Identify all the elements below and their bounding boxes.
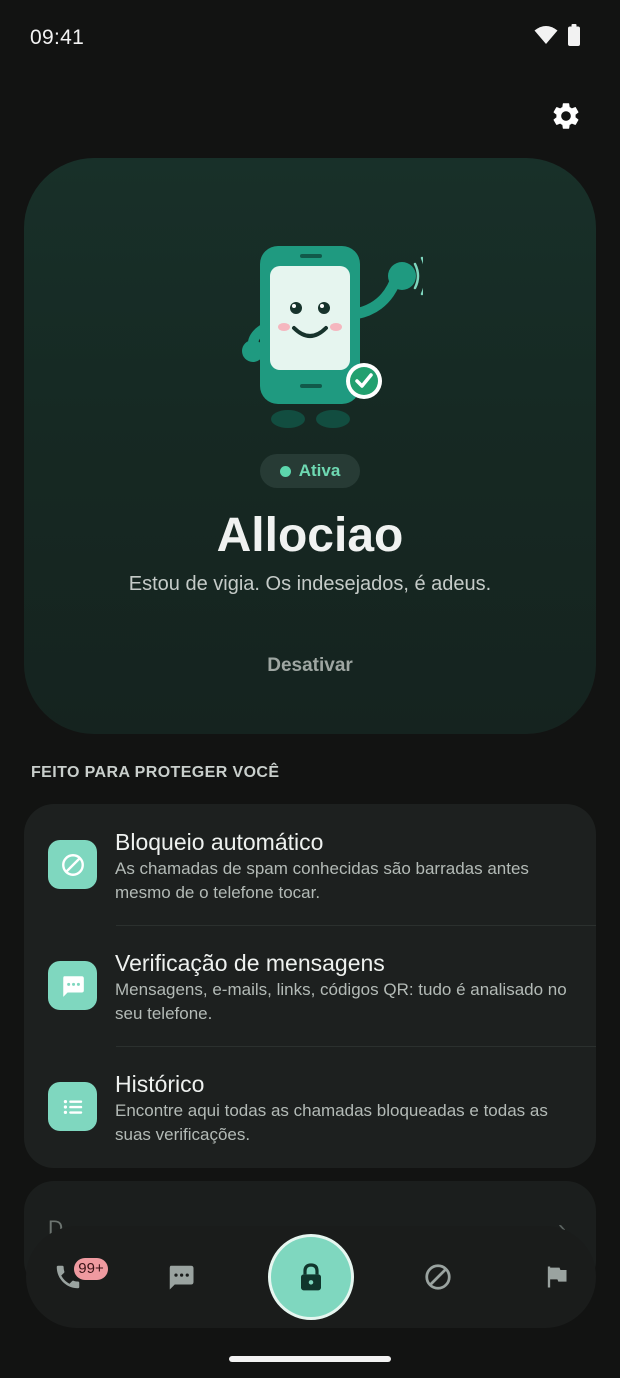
app-title: Allociao xyxy=(216,509,404,562)
message-icon xyxy=(62,975,84,997)
nav-messages[interactable] xyxy=(151,1226,211,1328)
feature-message-check[interactable]: Verificação de mensagens Mensagens, e-ma… xyxy=(24,925,596,1046)
battery-icon xyxy=(568,24,580,46)
wifi-icon xyxy=(534,26,558,44)
section-header: FEITO PARA PROTEGER VOCÊ xyxy=(31,764,280,781)
bottom-navigation: 99+ xyxy=(26,1226,596,1328)
deactivate-button[interactable]: Desativar xyxy=(230,648,390,684)
lock-icon xyxy=(301,1263,321,1291)
feature-title: Histórico xyxy=(115,1071,205,1097)
feature-description: Mensagens, e-mails, links, códigos QR: t… xyxy=(115,980,567,1023)
app-subtitle: Estou de vigia. Os indesejados, é adeus. xyxy=(128,573,492,595)
feature-description: Encontre aqui todas as chamadas bloquead… xyxy=(115,1101,548,1144)
block-icon xyxy=(61,853,84,876)
notification-badge: 99+ xyxy=(74,1258,108,1280)
feature-icon-container xyxy=(48,840,97,889)
status-icons xyxy=(534,24,580,46)
nav-report[interactable] xyxy=(526,1226,586,1328)
gear-icon xyxy=(553,103,579,129)
feature-icon-container xyxy=(48,1082,97,1131)
status-badge-label: Ativa xyxy=(298,461,341,480)
settings-button[interactable] xyxy=(544,94,588,138)
feature-auto-block[interactable]: Bloqueio automático As chamadas de spam … xyxy=(24,804,596,925)
list-icon xyxy=(63,1099,82,1114)
status-time: 09:41 xyxy=(30,26,85,49)
block-icon xyxy=(425,1264,451,1290)
flag-icon xyxy=(547,1266,567,1288)
protection-status-card: Ativa Allociao Estou de vigia. Os indese… xyxy=(24,158,596,734)
feature-title: Verificação de mensagens xyxy=(115,950,385,976)
status-dot-icon xyxy=(279,465,291,477)
status-bar: 09:41 xyxy=(0,0,620,76)
feature-title: Bloqueio automático xyxy=(115,829,324,855)
nav-calls[interactable]: 99+ xyxy=(38,1226,108,1328)
feature-icon-container xyxy=(48,961,97,1010)
status-badge: Ativa xyxy=(260,454,360,488)
feature-description: As chamadas de spam conhecidas são barra… xyxy=(115,859,529,902)
home-indicator xyxy=(229,1356,391,1362)
mascot-phone-illustration xyxy=(242,246,423,428)
feature-history[interactable]: Histórico Encontre aqui todas as chamada… xyxy=(24,1046,596,1167)
features-list: Bloqueio automático As chamadas de spam … xyxy=(24,804,596,1168)
nav-protection[interactable] xyxy=(268,1234,354,1320)
chat-icon xyxy=(169,1265,194,1290)
nav-blocked[interactable] xyxy=(408,1226,468,1328)
